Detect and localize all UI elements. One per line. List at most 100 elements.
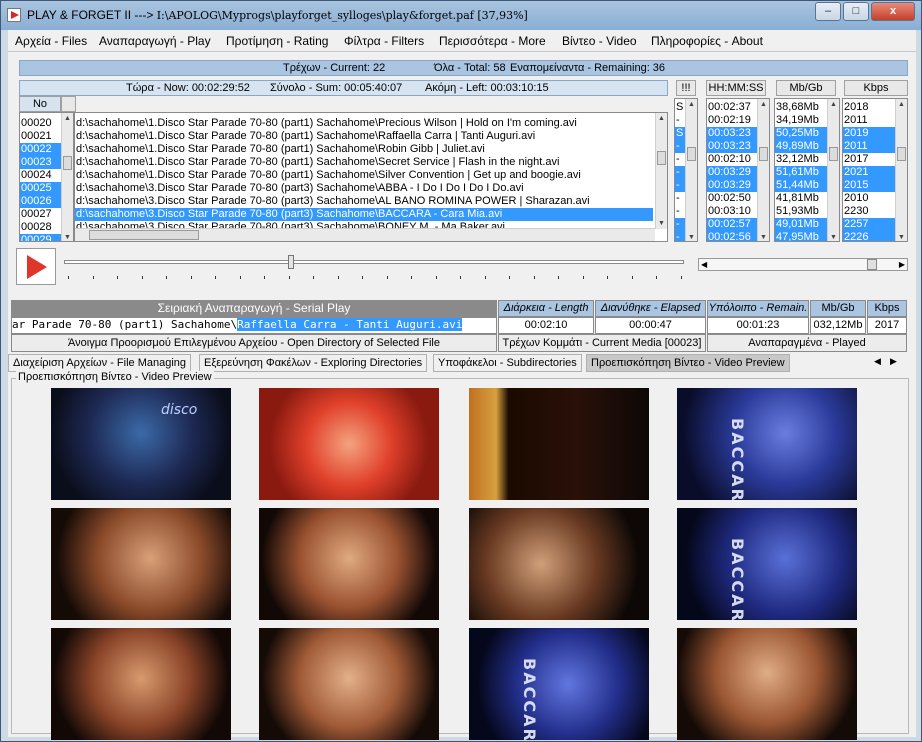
list-row[interactable]: 38,68Mb: [775, 101, 827, 114]
file-path-row[interactable]: d:\sachahome\1.Disco Star Parade 70-80 (…: [75, 117, 653, 130]
list-row[interactable]: 2257: [843, 218, 895, 231]
tab-scroll-left-icon[interactable]: ◀: [874, 356, 881, 367]
list-row[interactable]: 47,95Mb: [775, 231, 827, 241]
list-row[interactable]: 2018: [843, 101, 895, 114]
video-thumbnail[interactable]: [677, 628, 857, 740]
list-row[interactable]: 00025: [20, 182, 61, 195]
menu-about[interactable]: Πληροφορίες - About: [651, 34, 763, 48]
list-row[interactable]: 2021: [843, 166, 895, 179]
scroll-thumb[interactable]: [759, 147, 768, 161]
menu-filters[interactable]: Φίλτρα - Filters: [344, 34, 424, 48]
list-row[interactable]: 49,01Mb: [775, 218, 827, 231]
list-row[interactable]: 32,12Mb: [775, 153, 827, 166]
horizontal-scrollbar[interactable]: [75, 228, 655, 241]
vertical-scrollbar[interactable]: ▲ ▼: [895, 99, 907, 241]
scroll-up-arrow-icon[interactable]: ▲: [657, 114, 666, 123]
app-icon[interactable]: [7, 8, 21, 22]
list-row[interactable]: -: [675, 140, 685, 153]
list-row[interactable]: -: [675, 179, 685, 192]
scroll-up-arrow-icon[interactable]: ▲: [63, 114, 72, 123]
video-thumbnail[interactable]: [259, 388, 439, 500]
size-list[interactable]: 38,68Mb 34,19Mb 50,25Mb 49,89Mb 32,12Mb 51,61…: [774, 98, 840, 242]
minimize-button[interactable]: –: [815, 2, 841, 21]
list-row[interactable]: 49,89Mb: [775, 140, 827, 153]
vertical-scrollbar[interactable]: ▲ ▼: [827, 99, 839, 241]
scroll-thumb[interactable]: [63, 156, 72, 170]
list-row[interactable]: 00:03:10: [707, 205, 757, 218]
list-row[interactable]: 00024: [20, 169, 61, 182]
list-row[interactable]: 00:02:56: [707, 231, 757, 241]
vertical-scrollbar[interactable]: ▲ ▼: [685, 99, 697, 241]
vertical-scrollbar[interactable]: ▲ ▼: [655, 113, 667, 229]
scroll-thumb[interactable]: [897, 147, 906, 161]
volume-left-arrow-icon[interactable]: ◀: [701, 260, 707, 269]
scroll-down-arrow-icon[interactable]: ▼: [897, 233, 906, 241]
list-row[interactable]: -: [675, 166, 685, 179]
file-path-row[interactable]: d:\sachahome\3.Disco Star Parade 70-80 (…: [75, 195, 653, 208]
menu-rating[interactable]: Προτίμηση - Rating: [226, 34, 328, 48]
col-header-time[interactable]: HH:MM:SS: [706, 80, 766, 96]
list-row[interactable]: 00026: [20, 195, 61, 208]
menu-play[interactable]: Αναπαραγωγή - Play: [99, 34, 211, 48]
list-row[interactable]: -: [675, 205, 685, 218]
scroll-down-arrow-icon[interactable]: ▼: [657, 219, 666, 228]
scroll-up-arrow-icon[interactable]: ▲: [829, 100, 838, 109]
list-row[interactable]: 00027: [20, 208, 61, 221]
volume-right-arrow-icon[interactable]: ▶: [899, 260, 905, 269]
maximize-button[interactable]: □: [843, 2, 869, 21]
list-row[interactable]: 00020: [20, 117, 61, 130]
menu-video[interactable]: Βίντεο - Video: [562, 34, 637, 48]
video-thumbnail[interactable]: [469, 388, 649, 500]
list-row[interactable]: 00:02:50: [707, 192, 757, 205]
file-path-row[interactable]: d:\sachahome\3.Disco Star Parade 70-80 (…: [75, 208, 653, 221]
file-path-row[interactable]: d:\sachahome\3.Disco Star Parade 70-80 (…: [75, 182, 653, 195]
list-row[interactable]: 00:03:23: [707, 140, 757, 153]
list-row[interactable]: 00:02:57: [707, 218, 757, 231]
list-row[interactable]: 00:02:19: [707, 114, 757, 127]
menu-more[interactable]: Περισσότερα - More: [439, 34, 546, 48]
tab-subdirectories[interactable]: Υποφάκελοι - Subdirectories: [433, 354, 582, 372]
list-row[interactable]: 00028: [20, 221, 61, 234]
list-row[interactable]: 00:02:10: [707, 153, 757, 166]
vertical-scrollbar[interactable]: ▲ ▼: [61, 113, 73, 241]
horizontal-scroll-thumb[interactable]: [89, 230, 199, 240]
duration-list[interactable]: 00:02:37 00:02:19 00:03:23 00:03:23 00:02:10…: [706, 98, 770, 242]
list-row[interactable]: S: [675, 127, 685, 140]
open-directory-button[interactable]: Άνοιγμα Προορισμού Επιλεγμένου Αρχείου -…: [11, 334, 497, 352]
list-row[interactable]: 2011: [843, 114, 895, 127]
list-row[interactable]: 51,61Mb: [775, 166, 827, 179]
scroll-up-arrow-icon[interactable]: ▲: [759, 100, 768, 109]
list-row[interactable]: 00021: [20, 130, 61, 143]
volume-scrollbar[interactable]: ◀ ▶: [698, 258, 908, 271]
vertical-scrollbar[interactable]: ▲ ▼: [757, 99, 769, 241]
scroll-thumb[interactable]: [687, 147, 696, 161]
list-row[interactable]: -: [675, 218, 685, 231]
video-thumbnail[interactable]: BACCARA: [677, 388, 857, 500]
col-header-size[interactable]: Mb/Gb: [776, 80, 836, 96]
scroll-down-arrow-icon[interactable]: ▼: [63, 233, 72, 241]
list-row[interactable]: 00:03:29: [707, 166, 757, 179]
list-row[interactable]: 2230: [843, 205, 895, 218]
flag-list[interactable]: S - S - - - - - - - - ▲ ▼: [674, 98, 698, 242]
tab-scroll-right-icon[interactable]: ▶: [890, 356, 897, 367]
scroll-down-arrow-icon[interactable]: ▼: [759, 233, 768, 241]
video-thumbnail[interactable]: [469, 508, 649, 620]
list-row[interactable]: 2011: [843, 140, 895, 153]
list-row[interactable]: -: [675, 192, 685, 205]
video-thumbnail[interactable]: disco: [51, 388, 231, 500]
tab-video-preview[interactable]: Προεπισκόπηση Βίντεο - Video Preview: [586, 354, 790, 372]
video-thumbnail[interactable]: [51, 628, 231, 740]
scroll-up-arrow-icon[interactable]: ▲: [687, 100, 696, 109]
col-header-no[interactable]: No: [19, 96, 61, 112]
list-row[interactable]: 50,25Mb: [775, 127, 827, 140]
video-thumbnail[interactable]: [259, 628, 439, 740]
list-row[interactable]: 00:03:29: [707, 179, 757, 192]
video-thumbnail[interactable]: BACCARA: [469, 628, 649, 740]
video-thumbnail[interactable]: [259, 508, 439, 620]
list-row[interactable]: 00023: [20, 156, 61, 169]
title-bar[interactable]: PLAY & FORGET II ---> I:\APOLOG\Myprogs\…: [1, 1, 921, 30]
list-row[interactable]: 00022: [20, 143, 61, 156]
video-thumbnail[interactable]: BACCARA: [677, 508, 857, 620]
scroll-up-arrow-icon[interactable]: ▲: [897, 100, 906, 109]
list-row[interactable]: -: [675, 231, 685, 241]
